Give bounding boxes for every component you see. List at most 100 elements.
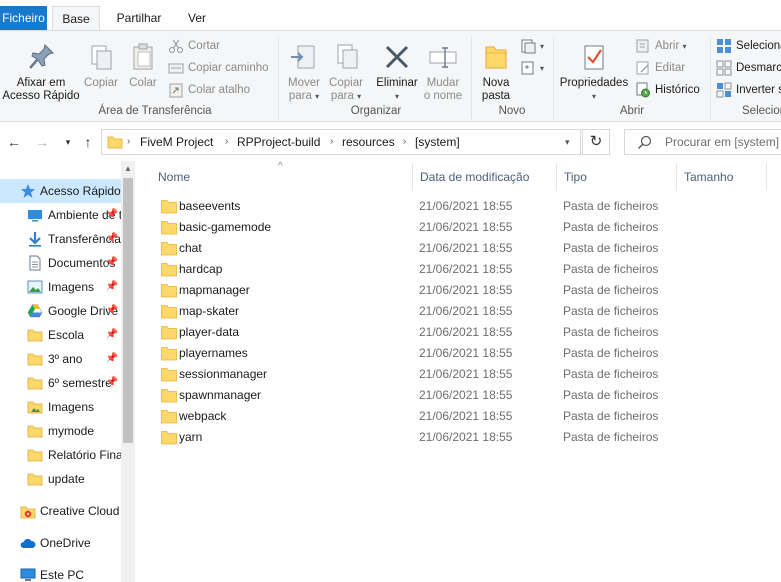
sidebar-item-label: Este PC [40, 568, 85, 582]
rename-button[interactable]: Mudar o nome [421, 41, 465, 103]
history-button[interactable]: Histórico [635, 80, 700, 100]
file-type: Pasta de ficheiros [563, 388, 659, 402]
chevron-down-icon: ▾ [315, 92, 320, 101]
recent-locations-button[interactable]: ▾ [58, 132, 78, 152]
forward-button[interactable]: → [32, 132, 52, 152]
chevron-down-icon: ▾ [682, 42, 687, 51]
file-name: chat [179, 241, 202, 255]
breadcrumb-item[interactable]: resources [342, 130, 395, 154]
address-bar[interactable]: › FiveM Project › RPProject-build › reso… [101, 129, 581, 155]
table-row[interactable]: spawnmanager 21/06/2021 18:55 Pasta de fic… [150, 385, 781, 406]
table-row[interactable]: hardcap 21/06/2021 18:55 Pasta de ficheiro… [150, 259, 781, 280]
tab-view[interactable]: Ver [178, 6, 216, 30]
pin-label-line1: Afixar em [16, 77, 66, 89]
sidebar-item-relatorio-final[interactable]: Relatório Final [0, 443, 121, 467]
up-button[interactable]: ↑ [78, 132, 98, 152]
table-row[interactable]: sessionmanager 21/06/2021 18:55 Pasta de f… [150, 364, 781, 385]
tab-share[interactable]: Partilhar [106, 6, 172, 30]
sidebar-item-documents[interactable]: Documentos 📌 [0, 251, 121, 275]
rename-label-line2: o nome [423, 90, 463, 102]
properties-button[interactable]: Propriedades ▾ [558, 41, 630, 103]
sidebar-item-creative-cloud[interactable]: Creative Cloud Files [0, 499, 121, 523]
select-all-button[interactable]: Selecionar tudo [716, 36, 781, 56]
sidebar-item-pictures[interactable]: Imagens 📌 [0, 275, 121, 299]
sidebar-item-escola[interactable]: Escola 📌 [0, 323, 121, 347]
download-icon [29, 232, 41, 247]
folder-icon [27, 425, 43, 438]
file-type: Pasta de ficheiros [563, 430, 659, 444]
file-name: webpack [179, 409, 227, 423]
new-folder-button[interactable]: Nova pasta [477, 41, 515, 103]
copy-to-button[interactable]: Copiar para ▾ [326, 41, 366, 103]
tab-file[interactable]: Ficheiro [0, 6, 47, 30]
paste-button[interactable]: Colar [124, 41, 162, 90]
delete-button[interactable]: Eliminar ▾ [375, 41, 419, 103]
refresh-button[interactable]: ↻ [582, 129, 610, 155]
pin-quick-access-button[interactable]: Afixar em Acesso Rápido [2, 41, 80, 103]
sidebar-item-update[interactable]: update [0, 467, 121, 491]
breadcrumb-item[interactable]: [system] [415, 130, 460, 154]
clipboard-group-label: Área de Transferência [98, 105, 212, 117]
column-header-size[interactable]: Tamanho [676, 163, 766, 191]
paste-shortcut-button[interactable]: Colar atalho [168, 80, 250, 100]
invert-selection-button[interactable]: Inverter seleção [716, 80, 781, 100]
column-header-date[interactable]: Data de modificação [412, 163, 556, 191]
invert-selection-icon [716, 82, 732, 98]
folder-icon [27, 329, 43, 342]
move-to-button[interactable]: Mover para ▾ [284, 41, 324, 103]
table-row[interactable]: baseevents 21/06/2021 18:55 Pasta de fiche… [150, 196, 781, 217]
breadcrumb-item[interactable]: FiveM Project [140, 130, 213, 154]
column-header-type[interactable]: Tipo [556, 163, 676, 191]
back-button[interactable]: ← [4, 132, 24, 152]
sidebar-item-imagens[interactable]: Imagens [0, 395, 121, 419]
sidebar-item-6-semestre[interactable]: 6º semestre 📌 [0, 371, 121, 395]
sidebar-item-3-ano[interactable]: 3º ano 📌 [0, 347, 121, 371]
chevron-down-icon: ▾ [540, 64, 545, 73]
tab-home[interactable]: Base [52, 6, 100, 31]
new-item-button[interactable]: ▾ [520, 36, 544, 56]
navigation-pane: Acesso Rápido Ambiente de trabalho 📌 Tra… [0, 161, 135, 582]
file-date: 21/06/2021 18:55 [419, 304, 513, 318]
table-row[interactable]: yarn 21/06/2021 18:55 Pasta de ficheiros [150, 427, 781, 448]
desktop-icon [28, 210, 42, 222]
folder-icon [161, 368, 177, 382]
sidebar-item-this-pc[interactable]: Este PC [0, 563, 121, 582]
sidebar-item-downloads[interactable]: Transferências 📌 [0, 227, 121, 251]
sidebar-item-quick-access[interactable]: Acesso Rápido [0, 179, 121, 203]
file-name: player-data [179, 325, 240, 339]
column-header-name[interactable]: Nome [150, 163, 412, 191]
copy-path-button[interactable]: Copiar caminho [168, 58, 269, 78]
table-row[interactable]: mapmanager 21/06/2021 18:55 Pasta de fiche… [150, 280, 781, 301]
table-row[interactable]: basic-gamemode 21/06/2021 18:55 Pasta de f… [150, 217, 781, 238]
folder-icon [27, 449, 43, 462]
scroll-up-button[interactable]: ▲ [121, 161, 135, 177]
table-row[interactable]: chat 21/06/2021 18:55 Pasta de ficheiros [150, 238, 781, 259]
sidebar-item-desktop[interactable]: Ambiente de trabalho 📌 [0, 203, 121, 227]
search-box[interactable]: Procurar em [system] [624, 129, 781, 155]
select-none-button[interactable]: Desmarcar tudo [716, 58, 781, 78]
sidebar-item-onedrive[interactable]: OneDrive [0, 531, 121, 555]
cut-button[interactable]: Cortar [168, 36, 220, 56]
open-button[interactable]: Abrir ▾ [635, 36, 687, 56]
breadcrumb-item[interactable]: RPProject-build [237, 130, 320, 154]
table-row[interactable]: map-skater 21/06/2021 18:55 Pasta de fiche… [150, 301, 781, 322]
scissors-icon [168, 39, 184, 54]
sidebar-scrollbar[interactable]: ▲ [121, 161, 135, 582]
copy-button[interactable]: Copiar [82, 41, 120, 90]
sidebar-item-label: Imagens [48, 280, 95, 294]
arrow-left-icon: ← [7, 134, 21, 150]
table-row[interactable]: player-data 21/06/2021 18:55 Pasta de fich… [150, 322, 781, 343]
table-row[interactable]: playernames 21/06/2021 18:55 Pasta de fich… [150, 343, 781, 364]
column-divider[interactable] [766, 163, 767, 191]
pin-icon: 📌 [105, 353, 118, 364]
chevron-right-icon: › [127, 136, 131, 147]
easy-access-button[interactable]: ▾ [520, 58, 544, 78]
sidebar-item-mymode[interactable]: mymode [0, 419, 121, 443]
edit-button[interactable]: Editar [635, 58, 685, 78]
sidebar-item-google-drive[interactable]: Google Drive 📌 [0, 299, 121, 323]
onedrive-icon [20, 539, 36, 548]
table-row[interactable]: webpack 21/06/2021 18:55 Pasta de ficheiro… [150, 406, 781, 427]
scroll-thumb[interactable] [123, 178, 133, 443]
file-list: ^ Nome Data de modificação Tipo Tamanho … [150, 161, 781, 582]
address-dropdown-icon[interactable]: ▾ [565, 130, 570, 154]
